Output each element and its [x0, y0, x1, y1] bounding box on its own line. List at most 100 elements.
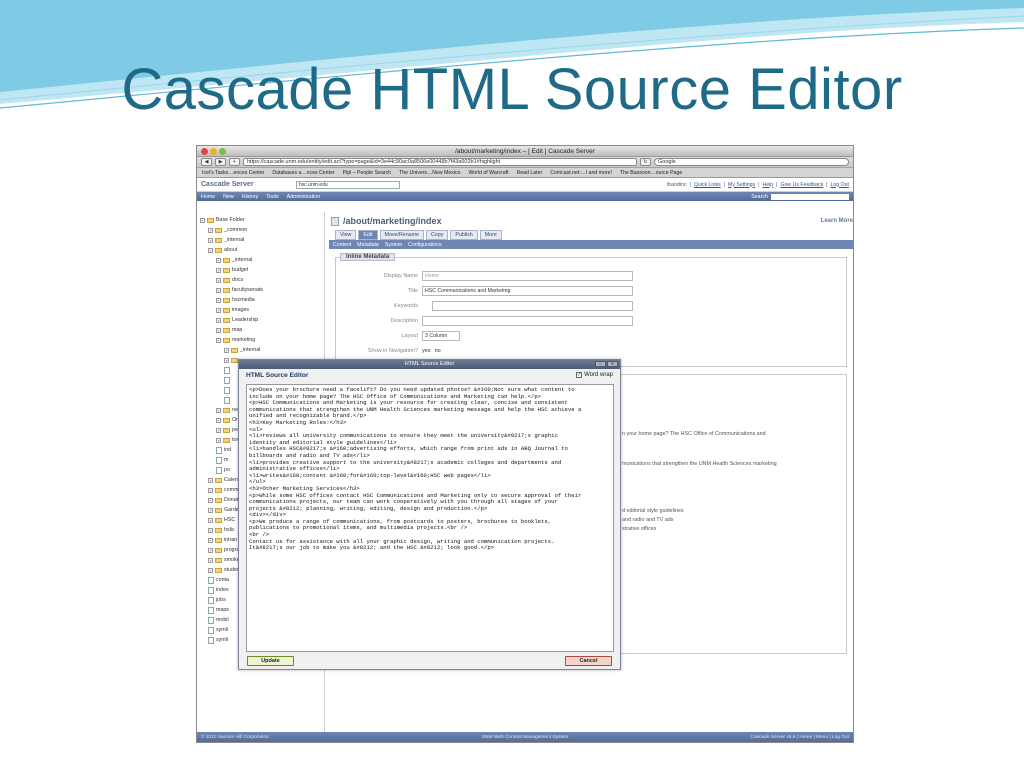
tab-move-rename[interactable]: Move/Rename — [379, 230, 424, 240]
tree-item[interactable]: + _internal — [197, 235, 324, 245]
bookmark-item[interactable]: Databases a…nces Center — [272, 170, 334, 176]
folder-icon — [223, 297, 230, 303]
address-bar[interactable]: https://cascade.unm.edu/entity/edit.act?… — [243, 158, 637, 166]
reload-icon[interactable]: ↻ — [640, 158, 651, 166]
tab-copy[interactable]: Copy — [425, 230, 449, 240]
tree-item[interactable]: + docs — [197, 275, 324, 285]
subtab-content[interactable]: Content — [333, 242, 351, 248]
expand-toggle-icon[interactable]: + — [208, 537, 213, 543]
tree-item-label: about — [224, 247, 238, 253]
bookmark-item[interactable]: The Bassoon…ource Page — [620, 170, 682, 176]
expand-toggle-icon[interactable]: + — [208, 487, 213, 493]
page-icon — [216, 456, 222, 464]
expand-toggle-icon[interactable]: + — [200, 217, 205, 223]
add-tab-icon[interactable]: + — [229, 158, 240, 166]
tree-item[interactable]: + about — [197, 245, 324, 255]
menu-history[interactable]: History — [242, 194, 258, 200]
expand-toggle-icon[interactable]: + — [208, 227, 213, 233]
word-wrap-toggle[interactable]: ✓ Word wrap — [576, 372, 613, 378]
subtab-system[interactable]: System — [385, 242, 402, 248]
tab-more[interactable]: More — [479, 230, 502, 240]
expand-toggle-icon[interactable]: + — [216, 427, 221, 433]
keywords-input[interactable] — [432, 301, 633, 311]
expand-toggle-icon[interactable]: + — [216, 287, 221, 293]
nav-no-radio[interactable]: no — [435, 348, 441, 354]
my-settings-link[interactable]: My Settings — [728, 182, 755, 188]
tree-item[interactable]: + marketing — [197, 335, 324, 345]
bookmark-item[interactable]: Pipl – People Search — [343, 170, 391, 176]
back-arrow-icon[interactable]: ◀ — [201, 158, 212, 166]
feedback-link[interactable]: Give Us Feedback — [781, 182, 824, 188]
expand-toggle-icon[interactable]: + — [208, 247, 213, 253]
expand-toggle-icon[interactable]: + — [216, 437, 221, 443]
dialog-close-icon[interactable]: ✕ — [607, 361, 618, 367]
expand-toggle-icon[interactable]: + — [216, 297, 221, 303]
bookmark-item[interactable]: World of Warcraft — [468, 170, 508, 176]
expand-toggle-icon[interactable]: + — [208, 557, 213, 563]
update-button[interactable]: Update — [247, 656, 294, 666]
expand-toggle-icon[interactable]: + — [216, 337, 221, 343]
tab-edit[interactable]: Edit — [358, 230, 378, 240]
cancel-button[interactable]: Cancel — [565, 656, 612, 666]
tree-item[interactable]: + _common — [197, 225, 324, 235]
expand-toggle-icon[interactable]: + — [208, 547, 213, 553]
menu-tools[interactable]: Tools — [266, 194, 278, 200]
tree-item[interactable]: + facultysenate — [197, 285, 324, 295]
expand-toggle-icon[interactable]: + — [208, 507, 213, 513]
forward-arrow-icon[interactable]: ▶ — [215, 158, 226, 166]
bookmark-item[interactable]: Comcast.net:…l and more! — [550, 170, 612, 176]
expand-toggle-icon[interactable]: + — [216, 417, 221, 423]
dialog-maximize-icon[interactable]: □ — [595, 361, 606, 367]
tab-view[interactable]: View — [335, 230, 357, 240]
tree-item[interactable]: + budget — [197, 265, 324, 275]
quick-links-link[interactable]: Quick Links — [694, 182, 721, 188]
bookmark-item[interactable]: Icel's Tasks…ences Center — [202, 170, 264, 176]
expand-toggle-icon[interactable]: + — [216, 327, 221, 333]
expand-toggle-icon[interactable]: + — [216, 267, 221, 273]
subtab-metadata[interactable]: Metadata — [357, 242, 379, 248]
expand-toggle-icon[interactable]: + — [216, 257, 221, 263]
menu-home[interactable]: Home — [201, 194, 215, 200]
logout-link[interactable]: Log Out — [831, 182, 849, 188]
expand-toggle-icon[interactable]: + — [224, 347, 229, 353]
tree-item[interactable]: + Leadership — [197, 315, 324, 325]
learn-more-link[interactable]: Learn More — [821, 218, 853, 224]
nav-yes-radio[interactable]: yes — [422, 348, 431, 354]
expand-toggle-icon[interactable]: + — [208, 497, 213, 503]
expand-toggle-icon[interactable]: + — [216, 407, 221, 413]
word-wrap-checkbox[interactable]: ✓ — [576, 372, 583, 378]
tree-item[interactable]: + hscmedia — [197, 295, 324, 305]
folder-icon — [223, 287, 230, 293]
tree-item[interactable]: + images — [197, 305, 324, 315]
description-input[interactable] — [422, 316, 633, 326]
title-input[interactable]: HSC Communications and Marketing — [422, 286, 633, 296]
tab-publish[interactable]: Publish — [450, 230, 478, 240]
expand-toggle-icon[interactable]: + — [224, 357, 229, 363]
expand-toggle-icon[interactable]: + — [216, 307, 221, 313]
menu-administration[interactable]: Administration — [287, 194, 321, 200]
tree-item[interactable]: + Base Folder — [197, 215, 324, 225]
expand-toggle-icon[interactable]: + — [216, 317, 221, 323]
search-input[interactable] — [771, 193, 849, 200]
tree-item-label: Garde — [224, 507, 239, 513]
expand-toggle-icon[interactable]: + — [208, 517, 213, 523]
expand-toggle-icon[interactable]: + — [208, 527, 213, 533]
tree-item[interactable]: + map — [197, 325, 324, 335]
subtab-configurations[interactable]: Configurations — [408, 242, 441, 248]
expand-toggle-icon[interactable]: + — [208, 477, 213, 483]
expand-toggle-icon[interactable]: + — [208, 567, 213, 573]
tree-item-label: hscmedia — [232, 297, 255, 303]
expand-toggle-icon[interactable]: + — [208, 237, 213, 243]
tree-item[interactable]: + _internal — [197, 255, 324, 265]
menu-new[interactable]: New — [223, 194, 234, 200]
tree-item[interactable]: + _internal — [197, 345, 324, 355]
html-source-textarea[interactable]: <p>Does your brochure need a facelift? D… — [246, 384, 614, 652]
expand-toggle-icon[interactable]: + — [216, 277, 221, 283]
bookmark-item[interactable]: Read Later — [517, 170, 543, 176]
layout-select[interactable]: 3 Column — [422, 331, 460, 341]
display-name-input[interactable]: Home — [422, 271, 633, 281]
google-search-input[interactable]: Google — [654, 158, 849, 166]
site-select[interactable]: hsc.unm.edu — [296, 180, 400, 189]
help-link[interactable]: Help — [762, 182, 773, 188]
bookmark-item[interactable]: The Univers…New Mexico — [399, 170, 460, 176]
